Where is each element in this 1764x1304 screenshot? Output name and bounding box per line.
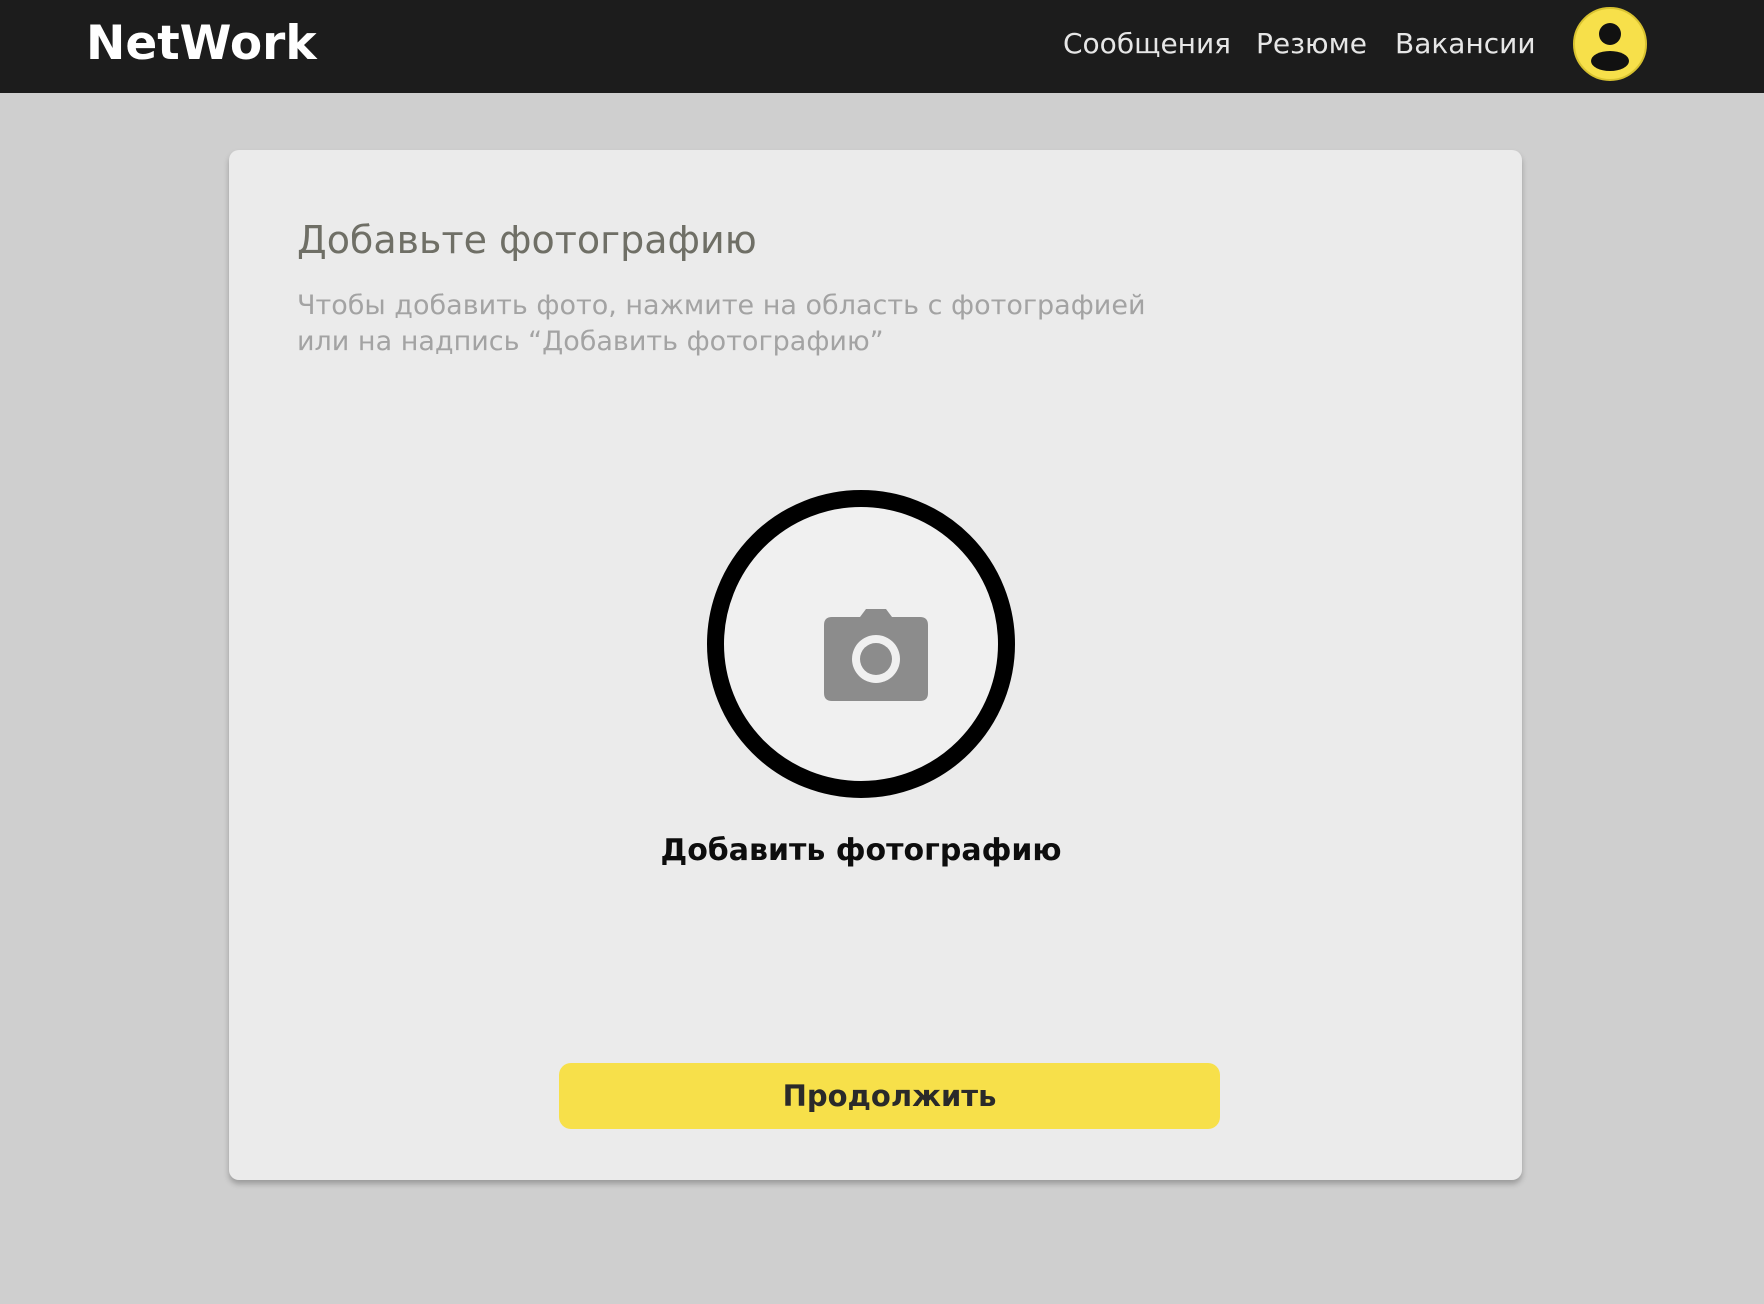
photo-upload-area[interactable] bbox=[707, 490, 1015, 798]
instruction-line-1: Чтобы добавить фото, нажмите на область … bbox=[297, 290, 1146, 321]
instruction-line-2: или на надпись “Добавить фотографию” bbox=[297, 326, 884, 357]
nav-link-messages[interactable]: Сообщения bbox=[1063, 24, 1231, 64]
add-photo-card: Добавьте фотографию Чтобы добавить фото,… bbox=[229, 150, 1522, 1180]
nav-link-vacancies[interactable]: Вакансии bbox=[1395, 24, 1536, 64]
camera-icon bbox=[824, 609, 928, 701]
user-icon bbox=[1591, 23, 1629, 71]
user-avatar-button[interactable] bbox=[1573, 7, 1647, 81]
app-logo[interactable]: NetWork bbox=[86, 14, 317, 74]
top-navigation-bar: NetWork Сообщения Резюме Вакансии bbox=[0, 0, 1764, 93]
add-photo-link[interactable]: Добавить фотографию bbox=[229, 830, 1493, 872]
page-title: Добавьте фотографию bbox=[297, 218, 757, 262]
continue-button[interactable]: Продолжить bbox=[559, 1063, 1220, 1129]
nav-link-resume[interactable]: Резюме bbox=[1256, 24, 1367, 64]
instruction-text: Чтобы добавить фото, нажмите на область … bbox=[297, 288, 1197, 360]
